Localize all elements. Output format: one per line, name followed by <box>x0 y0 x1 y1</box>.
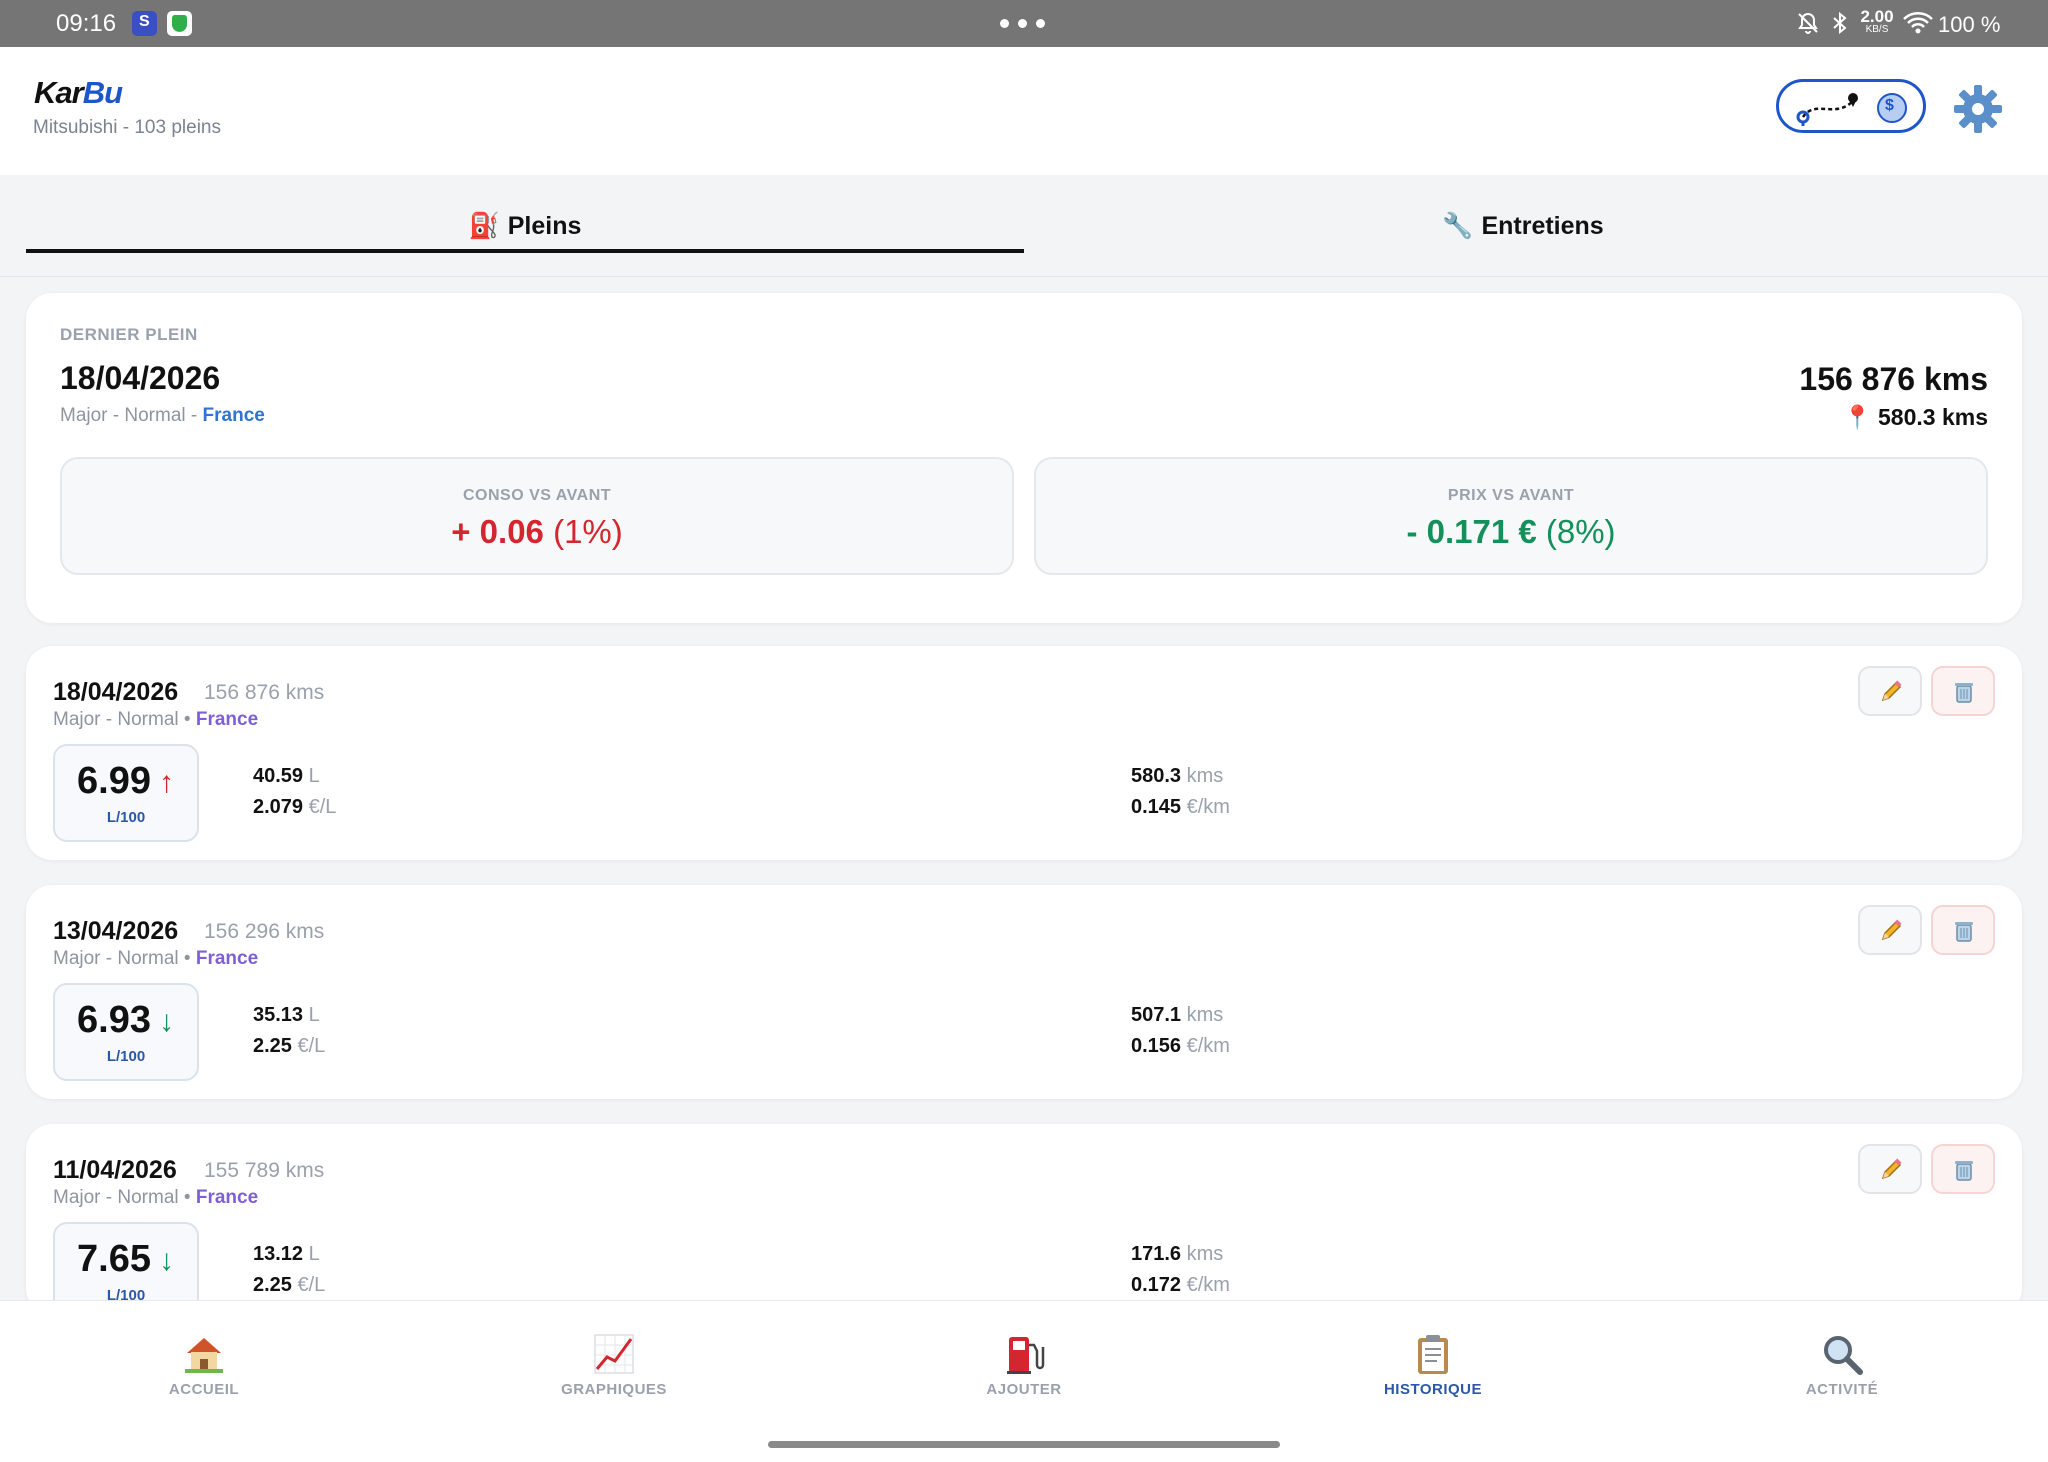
magnifier-icon <box>1824 1336 1863 1375</box>
trend-down-icon: ↓ <box>159 1005 174 1038</box>
settings-gear-icon[interactable] <box>1952 83 2004 135</box>
route-cost-toggle[interactable] <box>1776 79 1926 133</box>
route-icon <box>1796 93 1858 126</box>
delete-button[interactable] <box>1931 666 1995 716</box>
entry-date: 11/04/2026 <box>53 1156 177 1184</box>
notification-app-icon <box>132 11 157 36</box>
entry-odometer: 156 296 kms <box>204 920 325 943</box>
trend-up-icon: ↑ <box>159 766 174 799</box>
pencil-icon <box>1881 919 1902 941</box>
wifi-icon <box>1903 12 1933 34</box>
entry-meta: Major - Normal • France <box>53 948 259 969</box>
liters: 35.13 L <box>253 1004 320 1026</box>
wrench-icon: 🔧 <box>1442 211 1474 240</box>
clipboard-icon <box>1418 1335 1448 1374</box>
distance: 507.1 kms <box>1131 1004 1224 1026</box>
bluetooth-icon <box>1833 11 1847 35</box>
latest-odometer: 156 876 kms <box>1799 361 1988 397</box>
latest-distance: 📍 580.3 kms <box>1843 404 1988 430</box>
delete-button[interactable] <box>1931 905 1995 955</box>
price-per-liter: 2.25 €/L <box>253 1274 326 1296</box>
nav-accueil[interactable]: ACCUEIL <box>114 1331 294 1411</box>
price-per-liter: 2.25 €/L <box>253 1035 326 1057</box>
status-time: 09:16 <box>56 10 117 37</box>
history-entry[interactable]: 13/04/2026 156 296 kms Major - Normal • … <box>26 885 2022 1099</box>
trash-icon <box>1955 922 1973 942</box>
consumption-value: 6.99 <box>77 760 151 802</box>
price-per-km: 0.172 €/km <box>1131 1274 1230 1296</box>
trash-icon <box>1955 1161 1973 1181</box>
tab-pleins[interactable]: ⛽ Pleins <box>26 175 1024 277</box>
entry-odometer: 155 789 kms <box>204 1159 325 1182</box>
consumption-box: 6.93 ↓ L/100 <box>53 983 199 1081</box>
latest-date: 18/04/2026 <box>60 360 221 396</box>
tab-entretiens[interactable]: 🔧 Entretiens <box>1024 175 2022 277</box>
system-home-indicator[interactable] <box>768 1441 1280 1448</box>
fuel-pump-icon <box>1007 1337 1045 1374</box>
entry-meta: Major - Normal • France <box>53 709 259 730</box>
latest-fill-card: DERNIER PLEIN 18/04/2026 Major - Normal … <box>26 293 2022 623</box>
distance: 580.3 kms <box>1131 765 1224 787</box>
bottom-navigation: ACCUEIL GRAPHIQUES AJOUTER HISTORIQUE AC… <box>0 1300 2048 1462</box>
entry-meta: Major - Normal • France <box>53 1187 259 1208</box>
nav-historique[interactable]: HISTORIQUE <box>1343 1331 1523 1411</box>
bell-muted-icon <box>1798 12 1818 34</box>
delete-button[interactable] <box>1931 1144 1995 1194</box>
app-logo: KarBu <box>34 75 123 110</box>
edit-button[interactable] <box>1858 666 1922 716</box>
price-per-km: 0.156 €/km <box>1131 1035 1230 1057</box>
consumption-value: 6.93 <box>77 999 151 1041</box>
consumption-box: 6.99 ↑ L/100 <box>53 744 199 842</box>
price-delta: - 0.171 € (8%) <box>1406 513 1616 550</box>
network-speed: 2.00 KB/S <box>1860 7 1894 35</box>
battery-level: 100 % <box>1938 12 2001 37</box>
trash-icon <box>1955 683 1973 703</box>
price-per-liter: 2.079 €/L <box>253 796 337 818</box>
entry-odometer: 156 876 kms <box>204 681 325 704</box>
latest-meta: Major - Normal - France <box>60 405 265 426</box>
history-entry[interactable]: 18/04/2026 156 876 kms Major - Normal • … <box>26 646 2022 860</box>
edit-button[interactable] <box>1858 905 1922 955</box>
nav-activite[interactable]: ACTIVITÉ <box>1752 1331 1932 1411</box>
vehicle-subtitle: Mitsubishi - 103 pleins <box>33 117 221 138</box>
active-tab-indicator <box>26 249 1024 253</box>
price-per-km: 0.145 €/km <box>1131 796 1230 818</box>
pin-icon: 📍 <box>1843 404 1873 430</box>
status-icons: 2.00 KB/S 100 % <box>1796 8 2016 38</box>
nav-graphiques[interactable]: GRAPHIQUES <box>524 1331 704 1411</box>
latest-country: France <box>202 405 265 426</box>
fuel-pump-icon: ⛽ <box>468 211 500 240</box>
pencil-icon <box>1881 680 1902 702</box>
consumption-value: 7.65 <box>77 1238 151 1280</box>
liters: 13.12 L <box>253 1243 320 1265</box>
liters: 40.59 L <box>253 765 320 787</box>
price-comparison: PRIX VS AVANT - 0.171 € (8%) <box>1034 457 1988 575</box>
notification-shield-icon <box>167 11 192 36</box>
status-bar: 09:16 2.00 KB/S 100 % <box>0 0 2048 47</box>
house-icon <box>185 1338 223 1373</box>
latest-label: DERNIER PLEIN <box>60 325 198 344</box>
tab-bar: ⛽ Pleins 🔧 Entretiens <box>0 175 2048 277</box>
more-dots-icon[interactable] <box>1000 19 1048 29</box>
conso-delta: + 0.06 (1%) <box>451 513 623 550</box>
conso-comparison: CONSO VS AVANT + 0.06 (1%) <box>60 457 1014 575</box>
entry-date: 18/04/2026 <box>53 678 179 706</box>
distance: 171.6 kms <box>1131 1243 1224 1265</box>
pencil-icon <box>1881 1158 1902 1180</box>
history-entry[interactable]: 11/04/2026 155 789 kms Major - Normal • … <box>26 1124 2022 1314</box>
edit-button[interactable] <box>1858 1144 1922 1194</box>
nav-ajouter[interactable]: AJOUTER <box>934 1331 1114 1411</box>
chart-icon <box>594 1334 634 1374</box>
app-header: KarBu Mitsubishi - 103 pleins <box>0 47 2048 175</box>
trend-down-icon: ↓ <box>159 1244 174 1277</box>
coin-icon <box>1877 93 1907 123</box>
entry-date: 13/04/2026 <box>53 917 179 945</box>
